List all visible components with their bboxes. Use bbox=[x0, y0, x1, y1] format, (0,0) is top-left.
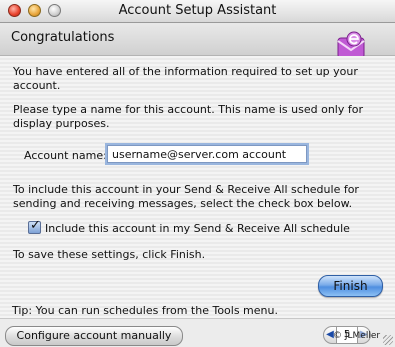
tip-text: Tip: You can run schedules from the Tool… bbox=[12, 304, 278, 317]
schedule-checkbox[interactable]: ✓ bbox=[28, 218, 41, 234]
save-instruction-text: To save these settings, click Finish. bbox=[13, 248, 206, 261]
copyright-watermark: © JLMeller bbox=[333, 331, 381, 341]
schedule-instruction-text: To include this account in your Send & R… bbox=[13, 183, 359, 210]
setup-assistant-window: Account Setup Assistant Congratulations … bbox=[0, 0, 395, 347]
account-name-input[interactable] bbox=[107, 145, 307, 163]
window-title: Account Setup Assistant bbox=[118, 3, 277, 18]
page-title: Congratulations bbox=[11, 30, 115, 45]
title-bar[interactable]: Account Setup Assistant bbox=[0, 0, 395, 23]
finish-button[interactable]: Finish bbox=[318, 275, 383, 297]
name-instruction-text: Please type a name for this account. Thi… bbox=[13, 103, 363, 130]
configure-manually-button[interactable]: Configure account manually bbox=[5, 326, 183, 346]
checkmark-icon: ✓ bbox=[30, 218, 41, 233]
account-name-label: Account name: bbox=[24, 149, 107, 162]
content-area: You have entered all of the information … bbox=[0, 56, 395, 318]
resize-grip[interactable] bbox=[383, 335, 393, 345]
schedule-checkbox-label[interactable]: Include this account in my Send & Receiv… bbox=[45, 222, 350, 235]
intro-text: You have entered all of the information … bbox=[13, 65, 358, 92]
